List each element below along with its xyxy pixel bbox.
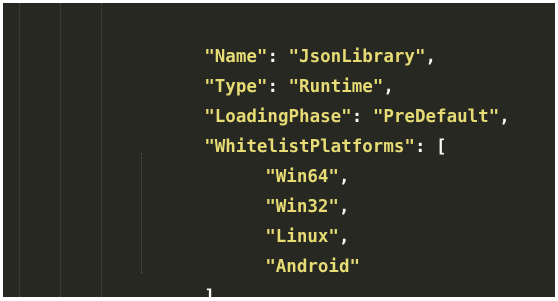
code-line-close-bracket[interactable]: ] bbox=[141, 252, 215, 297]
code-line-array-item[interactable]: "Win64", bbox=[202, 132, 349, 187]
code-line-array-item[interactable]: "Linux", bbox=[202, 192, 349, 247]
code-line-loading-phase[interactable]: "LoadingPhase": "PreDefault", bbox=[141, 72, 510, 127]
code-editor-pane[interactable]: "Name": "JsonLibrary", "Type": "Runtime"… bbox=[3, 3, 555, 297]
indent-guide bbox=[60, 3, 61, 297]
json-open-bracket: [ bbox=[436, 137, 447, 157]
code-line-name[interactable]: "Name": "JsonLibrary", bbox=[141, 12, 436, 67]
editor-window: "Name": "JsonLibrary", "Type": "Runtime"… bbox=[0, 0, 558, 301]
json-close-bracket: ] bbox=[204, 287, 215, 297]
json-separator: : bbox=[414, 137, 437, 157]
code-line-type[interactable]: "Type": "Runtime", bbox=[141, 42, 394, 97]
indent-guide bbox=[101, 3, 102, 297]
json-array-value: "Android" bbox=[265, 257, 361, 277]
code-line-array-item[interactable]: "Android" bbox=[202, 222, 360, 277]
code-line-whitelist-platforms[interactable]: "WhitelistPlatforms": [ bbox=[141, 102, 446, 157]
json-comma: , bbox=[499, 107, 510, 127]
json-comma: , bbox=[425, 47, 437, 67]
indent-guide bbox=[19, 3, 20, 297]
code-line-array-item[interactable]: "Win32", bbox=[202, 162, 349, 217]
